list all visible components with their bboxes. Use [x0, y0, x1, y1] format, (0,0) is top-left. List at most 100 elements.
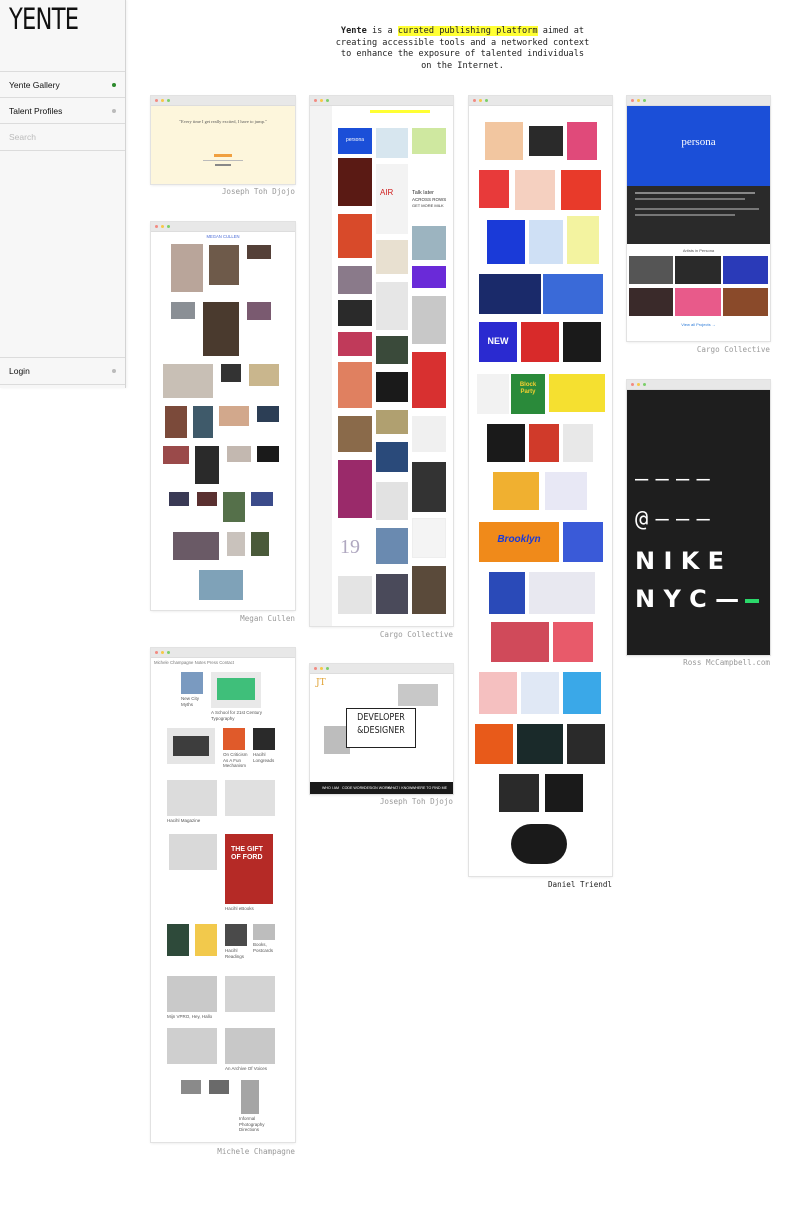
art-thumb: [529, 220, 563, 264]
item-label: On Criticism As A Fun Mechanism: [223, 752, 248, 768]
sidebar: YENTE Yente Gallery Talent Profiles Sear…: [0, 0, 126, 388]
card-caption[interactable]: Cargo Collective: [310, 630, 453, 639]
thumb: [376, 574, 408, 614]
book-cover-title: THE GIFT OF FORD: [231, 846, 263, 861]
thumb: [167, 1028, 217, 1064]
photo-thumb: [398, 684, 438, 706]
photo-thumb: [247, 302, 271, 320]
photo-thumb: [169, 492, 189, 506]
nike-row-1: — — — —: [635, 467, 710, 492]
art-thumb: [487, 424, 525, 462]
intro-pre: is a: [366, 26, 398, 36]
profile-card-joseph-toh-djojo-2[interactable]: JT DEVELOPER &DESIGNER WHO I AM CODE WOR…: [310, 664, 453, 794]
menu-item: WHO I AM: [322, 786, 339, 790]
artist-thumb: [675, 288, 721, 316]
preview-nav: Michele Champagne Notes Press Contact: [154, 660, 235, 665]
thumb: [376, 240, 408, 274]
search-input[interactable]: Search: [9, 124, 36, 150]
item-label: An Archive Of Voices: [225, 1066, 268, 1071]
nike-row-2: @ — — —: [635, 507, 710, 532]
login-button[interactable]: Login: [0, 357, 125, 385]
profile-card-daniel-triendl[interactable]: NEW Block Party Brooklyn: [469, 96, 612, 876]
profile-card-megan-cullen[interactable]: MEGAN CULLEN: [151, 222, 295, 610]
art-thumb: [563, 522, 603, 562]
profile-card-joseph-toh-djojo[interactable]: "Every time I get really excited, I have…: [151, 96, 295, 184]
inactive-indicator-icon: [112, 109, 116, 113]
item-label: Hacihl eBooks: [225, 906, 254, 911]
site-preview: [151, 106, 295, 184]
artist-thumb: [675, 256, 721, 284]
nav-item-talent-profiles[interactable]: Talent Profiles: [0, 97, 125, 124]
card-caption[interactable]: Daniel Triendl: [469, 880, 612, 889]
thumb: [225, 976, 275, 1012]
nav-item-yente-gallery[interactable]: Yente Gallery: [0, 71, 125, 98]
profile-card-cargo-collective-2[interactable]: persona Artists in Persona View all Proj…: [627, 96, 770, 341]
thumb: [338, 416, 372, 452]
art-thumb: [487, 220, 525, 264]
photo-thumb: [193, 406, 213, 438]
profile-card-cargo-collective[interactable]: persona AIR Talk later ACROSS ROWS GET M…: [310, 96, 453, 626]
thumb: [412, 518, 446, 558]
card-caption[interactable]: Joseph Toh Djojo: [151, 187, 295, 196]
thumb: [253, 924, 275, 940]
photo-thumb: [227, 532, 245, 556]
thumb: [195, 924, 217, 956]
art-thumb: [485, 122, 523, 160]
artist-thumb: [723, 288, 768, 316]
art-thumb: [549, 374, 605, 412]
search-field[interactable]: Search: [0, 123, 125, 151]
thumb: [412, 416, 446, 452]
menu-item: WHAT I KNOW: [388, 786, 413, 790]
card-caption[interactable]: Joseph Toh Djojo: [310, 797, 453, 806]
photo-thumb: [197, 492, 217, 506]
card-caption[interactable]: Cargo Collective: [627, 345, 770, 354]
art-thumb: [521, 322, 559, 362]
thumb: [338, 300, 372, 326]
thumb: [173, 736, 209, 756]
item-label: A School for 21st Century Typography: [211, 710, 263, 721]
photo-thumb: [249, 364, 279, 386]
thumb-text: AIR: [380, 188, 394, 197]
art-text: Brooklyn: [497, 534, 541, 545]
view-all-link: View all Projects →: [681, 322, 716, 327]
intro-highlight[interactable]: curated publishing platform: [397, 26, 538, 36]
preview-highlight: [370, 110, 430, 113]
profile-card-ross-mccampbell[interactable]: — — — — @ — — — N I K E N Y C —: [627, 380, 770, 655]
photo-thumb: [163, 364, 213, 398]
thumb: [412, 266, 446, 288]
browser-chrome: [310, 664, 453, 674]
text-line: [635, 208, 759, 210]
thumb: [181, 1080, 201, 1094]
art-thumb: [563, 424, 593, 462]
photo-thumb: [251, 532, 269, 556]
thumb: [225, 780, 275, 816]
art-thumb: [567, 216, 599, 264]
site-logo[interactable]: YENTE: [9, 2, 79, 36]
thumb: [338, 158, 372, 206]
art-thumb: [491, 622, 549, 662]
browser-chrome: [469, 96, 612, 106]
photo-thumb: [227, 446, 251, 462]
preview-line: [203, 160, 243, 161]
browser-chrome: [627, 96, 770, 106]
card-caption[interactable]: Michele Champagne: [151, 1147, 295, 1156]
hero-title: persona: [681, 136, 716, 148]
photo-thumb: [199, 570, 243, 600]
thumb: [338, 362, 372, 408]
menu-item: WHERE TO FIND ME: [412, 786, 448, 790]
art-thumb: [545, 472, 587, 510]
thumb-text: Talk later: [412, 190, 435, 196]
artist-thumb: [629, 256, 673, 284]
thumb: [167, 924, 189, 956]
card-caption[interactable]: Megan Cullen: [151, 614, 295, 623]
profile-card-michele-champagne[interactable]: Michele Champagne Notes Press Contact Ne…: [151, 648, 295, 1142]
card-caption[interactable]: Ross McCampbell.com: [627, 658, 770, 667]
art-text: Block Party: [519, 382, 537, 395]
browser-chrome: [151, 96, 295, 106]
art-thumb: [561, 170, 601, 210]
login-indicator-icon: [112, 369, 116, 373]
art-thumb: [545, 774, 583, 812]
thumb: [412, 352, 446, 408]
item-label: Hacihl Longreads: [253, 752, 275, 763]
thumb: [167, 780, 217, 816]
